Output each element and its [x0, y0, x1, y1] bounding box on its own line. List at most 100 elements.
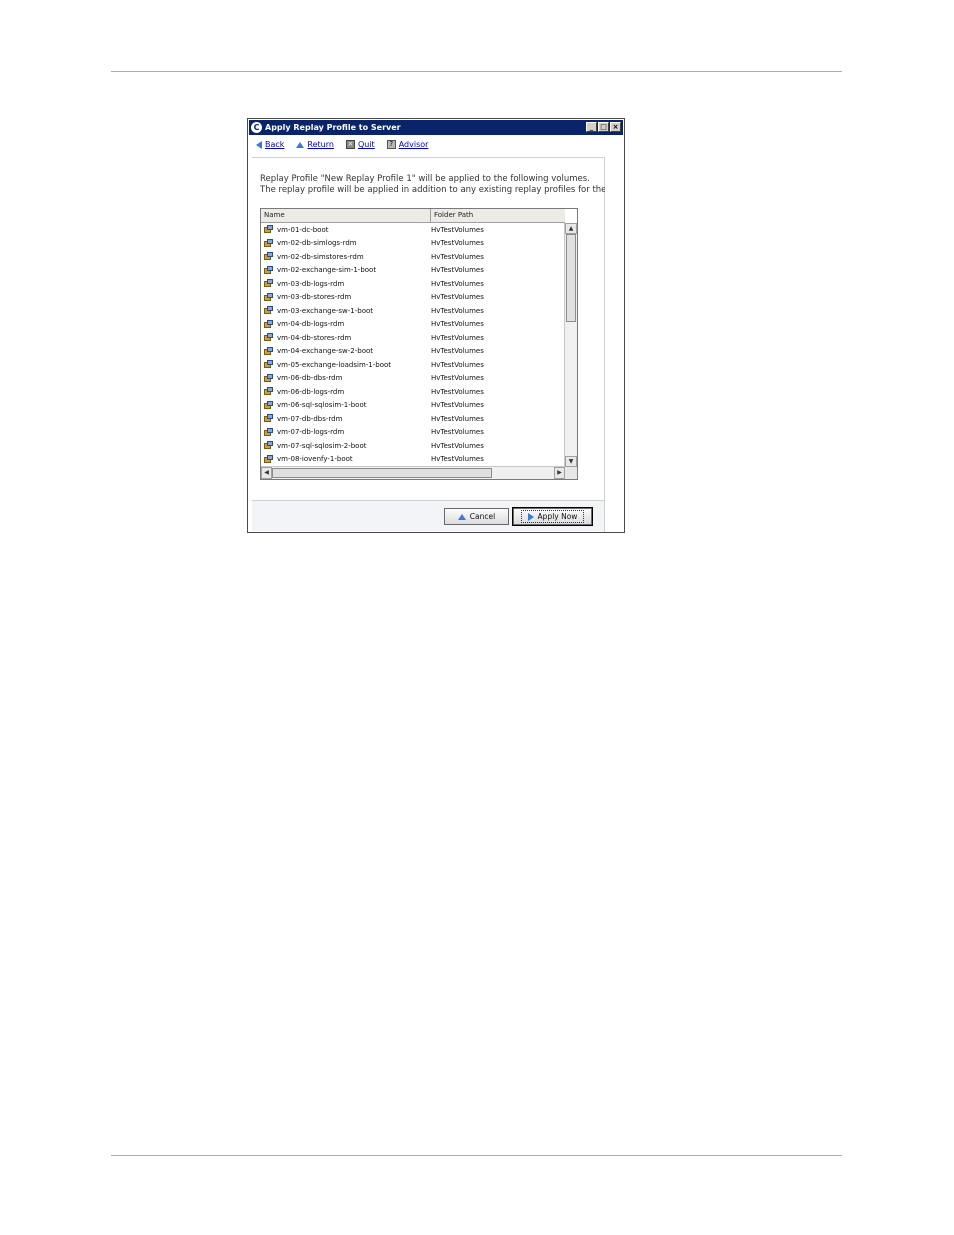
volume-name: vm-07-db-logs-rdm	[277, 428, 345, 437]
app-logo-icon: C	[251, 122, 262, 133]
table-body: vm-01-dc-boot HvTestVolumes vm-02-db-simlo…	[261, 223, 565, 466]
cell-folder-path: HvTestVolumes	[431, 347, 484, 356]
close-icon[interactable]: ×	[610, 122, 621, 132]
volume-icon	[264, 252, 273, 261]
info-message: Replay Profile "New Replay Profile 1" wi…	[260, 174, 605, 196]
table-row[interactable]: vm-04-exchange-sw-2-boot HvTestVolumes	[261, 345, 565, 359]
cell-folder-path: HvTestVolumes	[431, 293, 484, 302]
volume-name: vm-03-exchange-sw-1-boot	[277, 306, 374, 315]
volume-name: vm-04-db-logs-rdm	[277, 320, 345, 329]
advisor-link[interactable]: ? Advisor	[386, 140, 429, 149]
cell-name: vm-04-db-logs-rdm	[261, 319, 431, 329]
table-row[interactable]: vm-06-db-logs-rdm HvTestVolumes	[261, 385, 565, 399]
scroll-up-icon[interactable]: ▲	[565, 223, 577, 234]
table-row[interactable]: vm-07-db-logs-rdm HvTestVolumes	[261, 426, 565, 440]
cell-name: vm-02-db-simstores-rdm	[261, 252, 431, 261]
apply-arrow-icon	[527, 512, 534, 521]
table-row[interactable]: vm-05-exchange-loadsim-1-boot HvTestVolum…	[261, 358, 565, 372]
cell-folder-path: HvTestVolumes	[431, 401, 484, 410]
volume-icon	[264, 292, 273, 302]
return-label[interactable]: Return	[307, 140, 334, 149]
scroll-down-icon[interactable]: ▼	[565, 456, 577, 467]
horizontal-scroll-thumb[interactable]	[272, 468, 492, 478]
volumes-table: Name Folder Path vm-01-dc-boot HvTestVolu…	[260, 208, 578, 480]
return-arrow-icon	[296, 141, 305, 148]
scroll-left-icon[interactable]: ◀	[261, 467, 272, 479]
cell-folder-path: HvTestVolumes	[431, 279, 484, 288]
volume-icon	[264, 373, 273, 383]
volume-icon	[264, 279, 273, 288]
cell-folder-path: HvTestVolumes	[431, 441, 484, 450]
volume-icon	[264, 400, 273, 410]
table-row[interactable]: vm-03-exchange-sw-1-boot HvTestVolumes	[261, 304, 565, 318]
table-row[interactable]: vm-03-db-logs-rdm HvTestVolumes	[261, 277, 565, 291]
cell-name: vm-06-sql-sqlosim-1-boot	[261, 400, 431, 410]
page-header-rule	[111, 71, 842, 72]
cell-name: vm-07-sql-sqlosim-2-boot	[261, 441, 431, 450]
cell-folder-path: HvTestVolumes	[431, 225, 484, 234]
cell-name: vm-03-db-logs-rdm	[261, 279, 431, 288]
horizontal-scrollbar[interactable]: ◀ ▶	[261, 466, 565, 479]
column-header-name[interactable]: Name	[261, 209, 431, 222]
volume-icon	[264, 360, 273, 369]
cell-name: vm-02-exchange-sim-1-boot	[261, 265, 431, 275]
volume-name: vm-07-db-dbs-rdm	[277, 414, 343, 423]
cell-folder-path: HvTestVolumes	[431, 306, 484, 315]
table-row[interactable]: vm-08-iovenfy-1-boot HvTestVolumes	[261, 453, 565, 467]
cell-folder-path: HvTestVolumes	[431, 252, 484, 261]
minimize-icon[interactable]: _	[586, 122, 597, 132]
cell-folder-path: HvTestVolumes	[431, 320, 484, 329]
table-row[interactable]: vm-04-db-stores-rdm HvTestVolumes	[261, 331, 565, 345]
page-footer-rule	[111, 1155, 842, 1156]
quit-label[interactable]: Quit	[358, 140, 375, 149]
cell-name: vm-03-db-stores-rdm	[261, 292, 431, 302]
cell-name: vm-07-db-logs-rdm	[261, 427, 431, 437]
cancel-button[interactable]: Cancel	[444, 508, 509, 525]
window-title: Apply Replay Profile to Server	[265, 123, 401, 132]
table-row[interactable]: vm-02-db-simstores-rdm HvTestVolumes	[261, 250, 565, 264]
volume-name: vm-06-sql-sqlosim-1-boot	[277, 401, 367, 410]
advisor-help-icon: ?	[386, 140, 396, 149]
volume-icon	[264, 225, 273, 234]
table-row[interactable]: vm-06-sql-sqlosim-1-boot HvTestVolumes	[261, 399, 565, 413]
volume-name: vm-04-exchange-sw-2-boot	[277, 347, 374, 356]
table-row[interactable]: vm-02-exchange-sim-1-boot HvTestVolumes	[261, 264, 565, 278]
cell-name: vm-05-exchange-loadsim-1-boot	[261, 360, 431, 369]
back-label[interactable]: Back	[265, 140, 284, 149]
column-header-folder-path[interactable]: Folder Path	[431, 209, 565, 222]
cell-folder-path: HvTestVolumes	[431, 266, 484, 275]
table-row[interactable]: vm-02-db-simlogs-rdm HvTestVolumes	[261, 237, 565, 251]
volume-name: vm-08-iovenfy-1-boot	[277, 455, 353, 464]
maximize-icon[interactable]: □	[598, 122, 609, 132]
cell-folder-path: HvTestVolumes	[431, 333, 484, 342]
scroll-right-icon[interactable]: ▶	[554, 467, 565, 479]
volume-name: vm-03-db-logs-rdm	[277, 279, 345, 288]
return-link[interactable]: Return	[296, 140, 334, 149]
volume-icon	[264, 454, 273, 464]
volume-name: vm-05-exchange-loadsim-1-boot	[277, 360, 392, 369]
apply-now-button[interactable]: Apply Now	[512, 507, 593, 526]
cell-name: vm-04-db-stores-rdm	[261, 333, 431, 342]
message-line-2: The replay profile will be applied in ad…	[260, 185, 605, 195]
apply-replay-profile-dialog: C Apply Replay Profile to Server _ □ × B…	[247, 118, 625, 533]
table-row[interactable]: vm-03-db-stores-rdm HvTestVolumes	[261, 291, 565, 305]
quit-link[interactable]: × Quit	[345, 140, 375, 149]
volume-name: vm-01-dc-boot	[277, 225, 329, 234]
cell-name: vm-06-db-logs-rdm	[261, 387, 431, 396]
cell-name: vm-06-db-dbs-rdm	[261, 373, 431, 383]
volume-name: vm-03-db-stores-rdm	[277, 293, 352, 302]
vertical-scroll-thumb[interactable]	[566, 234, 576, 322]
dialog-footer: Cancel Apply Now	[252, 501, 604, 531]
table-row[interactable]: vm-06-db-dbs-rdm HvTestVolumes	[261, 372, 565, 386]
table-row[interactable]: vm-01-dc-boot HvTestVolumes	[261, 223, 565, 237]
advisor-label[interactable]: Advisor	[399, 140, 429, 149]
table-row[interactable]: vm-07-db-dbs-rdm HvTestVolumes	[261, 412, 565, 426]
table-row[interactable]: vm-04-db-logs-rdm HvTestVolumes	[261, 318, 565, 332]
back-link[interactable]: Back	[256, 140, 284, 149]
table-row[interactable]: vm-07-sql-sqlosim-2-boot HvTestVolumes	[261, 439, 565, 453]
message-line-1: Replay Profile "New Replay Profile 1" wi…	[260, 174, 590, 184]
volume-icon	[264, 238, 273, 248]
vertical-scrollbar[interactable]: ▲ ▼	[564, 223, 577, 467]
volume-name: vm-02-exchange-sim-1-boot	[277, 266, 377, 275]
toolbar: Back Return × Quit ? Advisor	[256, 140, 428, 149]
